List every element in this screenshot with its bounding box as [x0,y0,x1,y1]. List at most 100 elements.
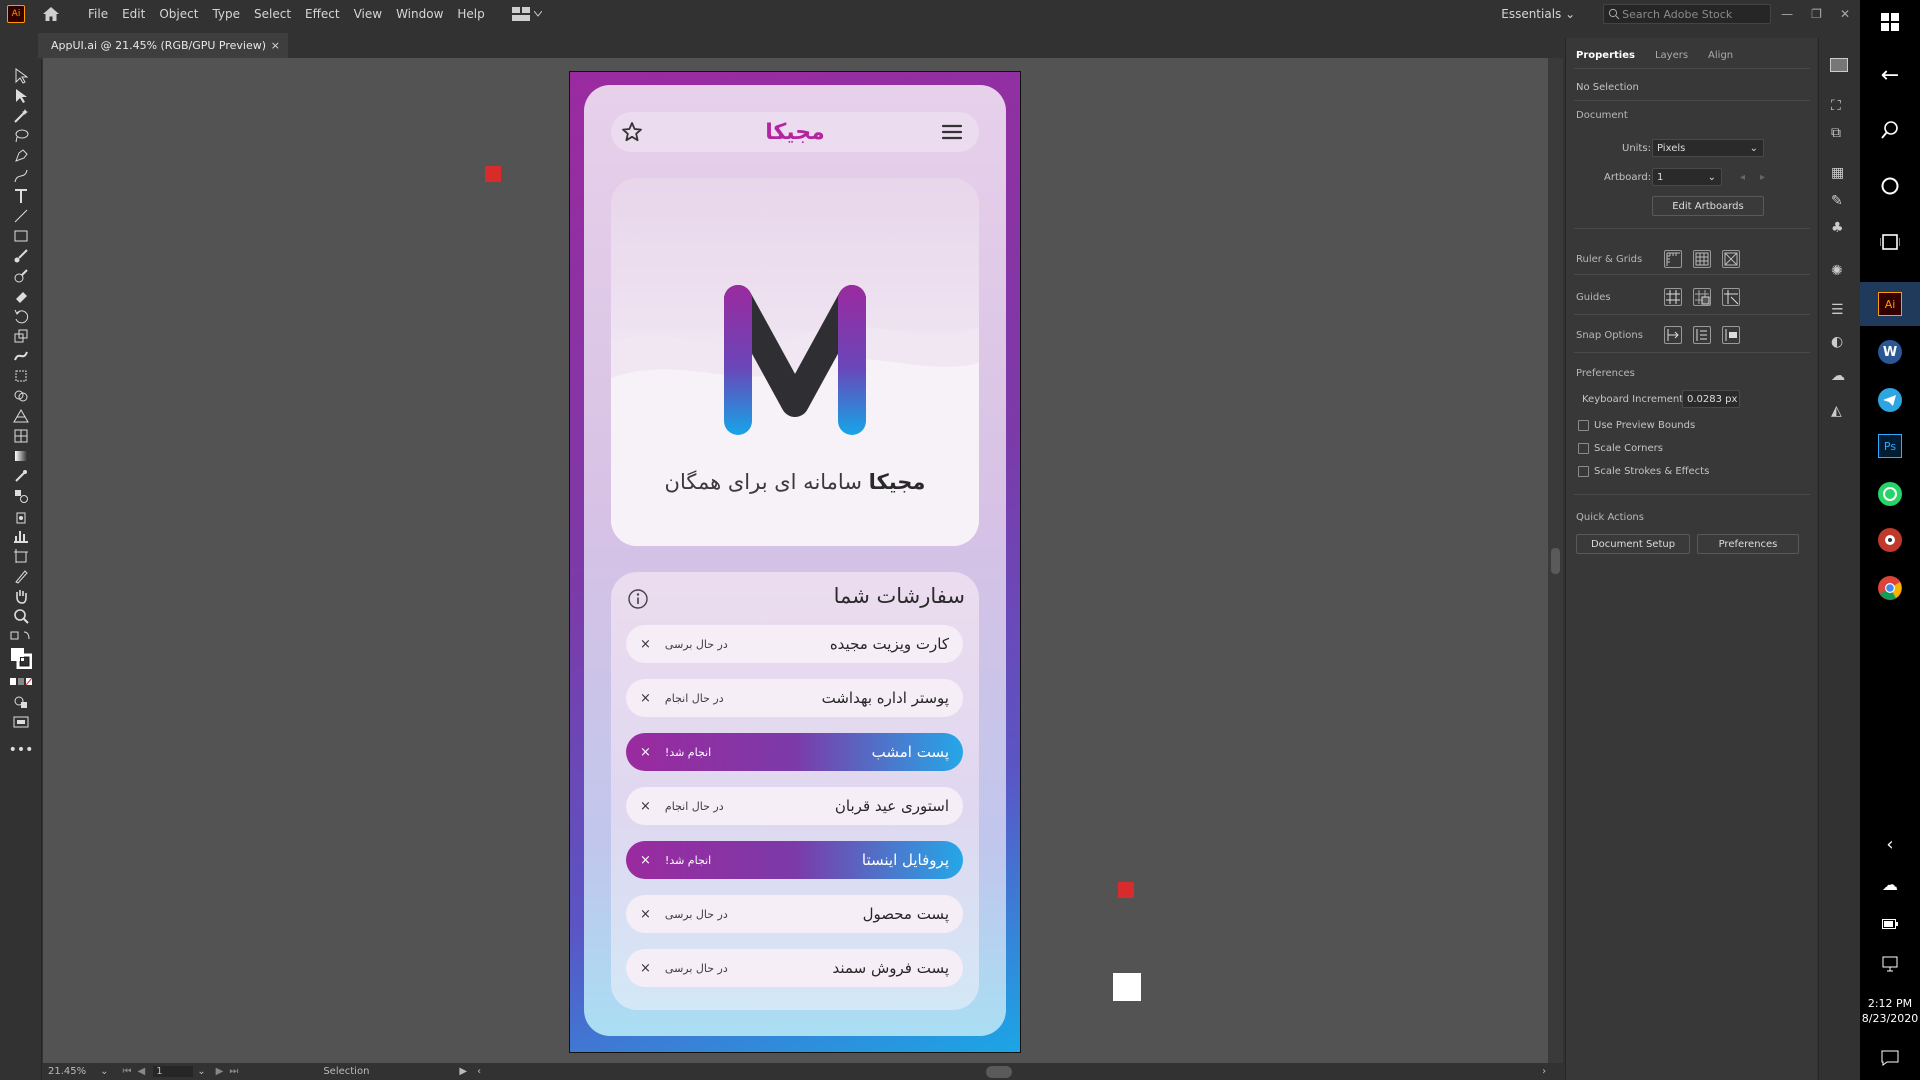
stock-search-input[interactable]: Search Adobe Stock [1603,4,1772,24]
order-row-done[interactable]: پروفایل اینستا انجام شد! × [626,841,963,879]
order-row[interactable]: پست محصول در حال برسی × [626,895,963,933]
paintbrush-tool-icon[interactable] [10,246,32,266]
chrome-icon[interactable] [1860,566,1920,610]
first-artboard-icon[interactable]: ⏮ [123,1066,132,1077]
perspective-grid-tool-icon[interactable] [10,406,32,426]
scale-corners-checkbox[interactable] [1578,443,1589,454]
lock-guides-icon[interactable] [1693,288,1711,306]
system-clock[interactable]: 2:12 PM 8/23/2020 [1860,996,1920,1026]
task-view-icon[interactable] [1860,220,1920,264]
onedrive-icon[interactable]: ☁ [1860,862,1920,906]
ruler-icon[interactable] [1664,250,1682,268]
next-artboard-arrow-icon[interactable]: ▸ [1760,172,1765,183]
snap-to-pixel-icon[interactable] [1722,326,1740,344]
drawing-mode-icon[interactable] [10,692,32,712]
mesh-tool-icon[interactable] [10,426,32,446]
more-tools-icon[interactable]: ••• [9,740,34,760]
hamburger-menu-icon[interactable] [941,122,963,142]
previous-artboard-icon[interactable]: ◀ [138,1066,146,1077]
swap-fill-stroke-icon[interactable] [10,626,32,646]
use-preview-bounds-checkbox[interactable] [1578,420,1589,431]
keyboard-increment-input[interactable]: 0.0283 px [1682,390,1740,408]
menu-edit[interactable]: Edit [115,0,152,28]
eyedropper-tool-icon[interactable] [10,466,32,486]
show-hidden-icons-chevron-icon[interactable]: ‹ [1860,822,1920,866]
whatsapp-icon[interactable] [1860,472,1920,516]
shaper-tool-icon[interactable] [10,266,32,286]
curvature-tool-icon[interactable] [10,166,32,186]
direct-selection-tool-icon[interactable] [10,86,32,106]
line-tool-icon[interactable] [10,206,32,226]
rotate-tool-icon[interactable] [10,306,32,326]
remove-order-icon[interactable]: × [640,637,651,652]
windows-start-icon[interactable] [1860,0,1920,44]
magic-wand-tool-icon[interactable] [10,106,32,126]
back-arrow-icon[interactable]: ← [1860,53,1920,97]
restore-icon[interactable]: ❐ [1811,7,1822,21]
width-tool-icon[interactable] [10,346,32,366]
illustrator-taskbar-icon[interactable]: Ai [1860,282,1920,326]
fill-stroke-swatch-icon[interactable] [10,646,32,670]
menu-select[interactable]: Select [247,0,298,28]
menu-help[interactable]: Help [450,0,491,28]
word-icon[interactable]: W [1860,330,1920,374]
show-guides-icon[interactable] [1664,288,1682,306]
transform-panel-icon[interactable]: ⛶ [1831,98,1841,114]
grid-icon[interactable] [1693,250,1711,268]
order-row[interactable]: استوری عید قربان در حال انجام × [626,787,963,825]
order-row[interactable]: پست فروش سمند در حال برسی × [626,949,963,987]
menu-effect[interactable]: Effect [298,0,347,28]
properties-panel-icon[interactable] [1830,58,1848,72]
red-square-marker[interactable] [485,166,501,182]
gradient-tool-icon[interactable] [10,446,32,466]
minimize-icon[interactable]: — [1781,7,1793,21]
column-graph-tool-icon[interactable] [10,526,32,546]
action-center-icon[interactable] [1860,1036,1920,1080]
tab-align[interactable]: Align [1698,46,1743,66]
tab-properties[interactable]: Properties [1566,46,1645,66]
screen-mode-icon[interactable] [10,712,32,732]
units-select[interactable]: Pixels ⌄ [1652,139,1764,157]
last-artboard-icon[interactable]: ⏭ [229,1066,238,1077]
transparency-grid-icon[interactable] [1722,250,1740,268]
symbols-panel-icon[interactable]: ♣ [1831,220,1844,236]
pen-tool-icon[interactable] [10,146,32,166]
remove-order-icon[interactable]: × [640,745,651,760]
order-row[interactable]: کارت ویزیت مجیده در حال برسی × [626,625,963,663]
red-square-marker[interactable] [1118,882,1134,898]
graphic-styles-panel-icon[interactable]: ☁ [1831,368,1845,384]
brushes-panel-icon[interactable]: ✎ [1831,193,1843,209]
artboard-dropdown-icon[interactable]: ⌄ [197,1066,205,1077]
gradient-panel-icon[interactable]: ◭ [1831,403,1842,419]
vertical-scrollbar[interactable] [1548,58,1563,1063]
scale-tool-icon[interactable] [10,326,32,346]
snap-to-point-icon[interactable] [1664,326,1682,344]
selection-tool-icon[interactable] [10,66,32,86]
zoom-level[interactable]: 21.45% [48,1066,86,1077]
scroll-left-icon[interactable]: ‹ [477,1066,481,1077]
search-icon[interactable] [1860,108,1920,152]
shape-builder-tool-icon[interactable] [10,386,32,406]
close-icon[interactable]: ✕ [1840,7,1850,21]
scroll-right-icon[interactable]: › [1542,1066,1546,1077]
zoom-tool-icon[interactable] [10,606,32,626]
color-mode-icon[interactable] [10,672,32,692]
zoom-dropdown-icon[interactable]: ⌄ [100,1066,108,1077]
menu-window[interactable]: Window [389,0,450,28]
info-icon[interactable] [627,588,649,610]
snap-to-grid-icon[interactable] [1693,326,1711,344]
battery-icon[interactable] [1860,902,1920,946]
menu-type[interactable]: Type [205,0,247,28]
slice-tool-icon[interactable] [10,566,32,586]
lasso-tool-icon[interactable] [10,126,32,146]
transparency-panel-icon[interactable]: ◐ [1831,334,1843,350]
free-transform-tool-icon[interactable] [10,366,32,386]
make-guides-icon[interactable] [1722,288,1740,306]
edit-artboards-button[interactable]: Edit Artboards [1652,196,1764,216]
scale-strokes-effects-checkbox[interactable] [1578,466,1589,477]
close-tab-icon[interactable]: × [271,39,280,52]
preferences-button[interactable]: Preferences [1697,534,1799,554]
rectangle-tool-icon[interactable] [10,226,32,246]
symbol-sprayer-tool-icon[interactable] [10,506,32,526]
vertical-scroll-thumb[interactable] [1551,548,1560,574]
